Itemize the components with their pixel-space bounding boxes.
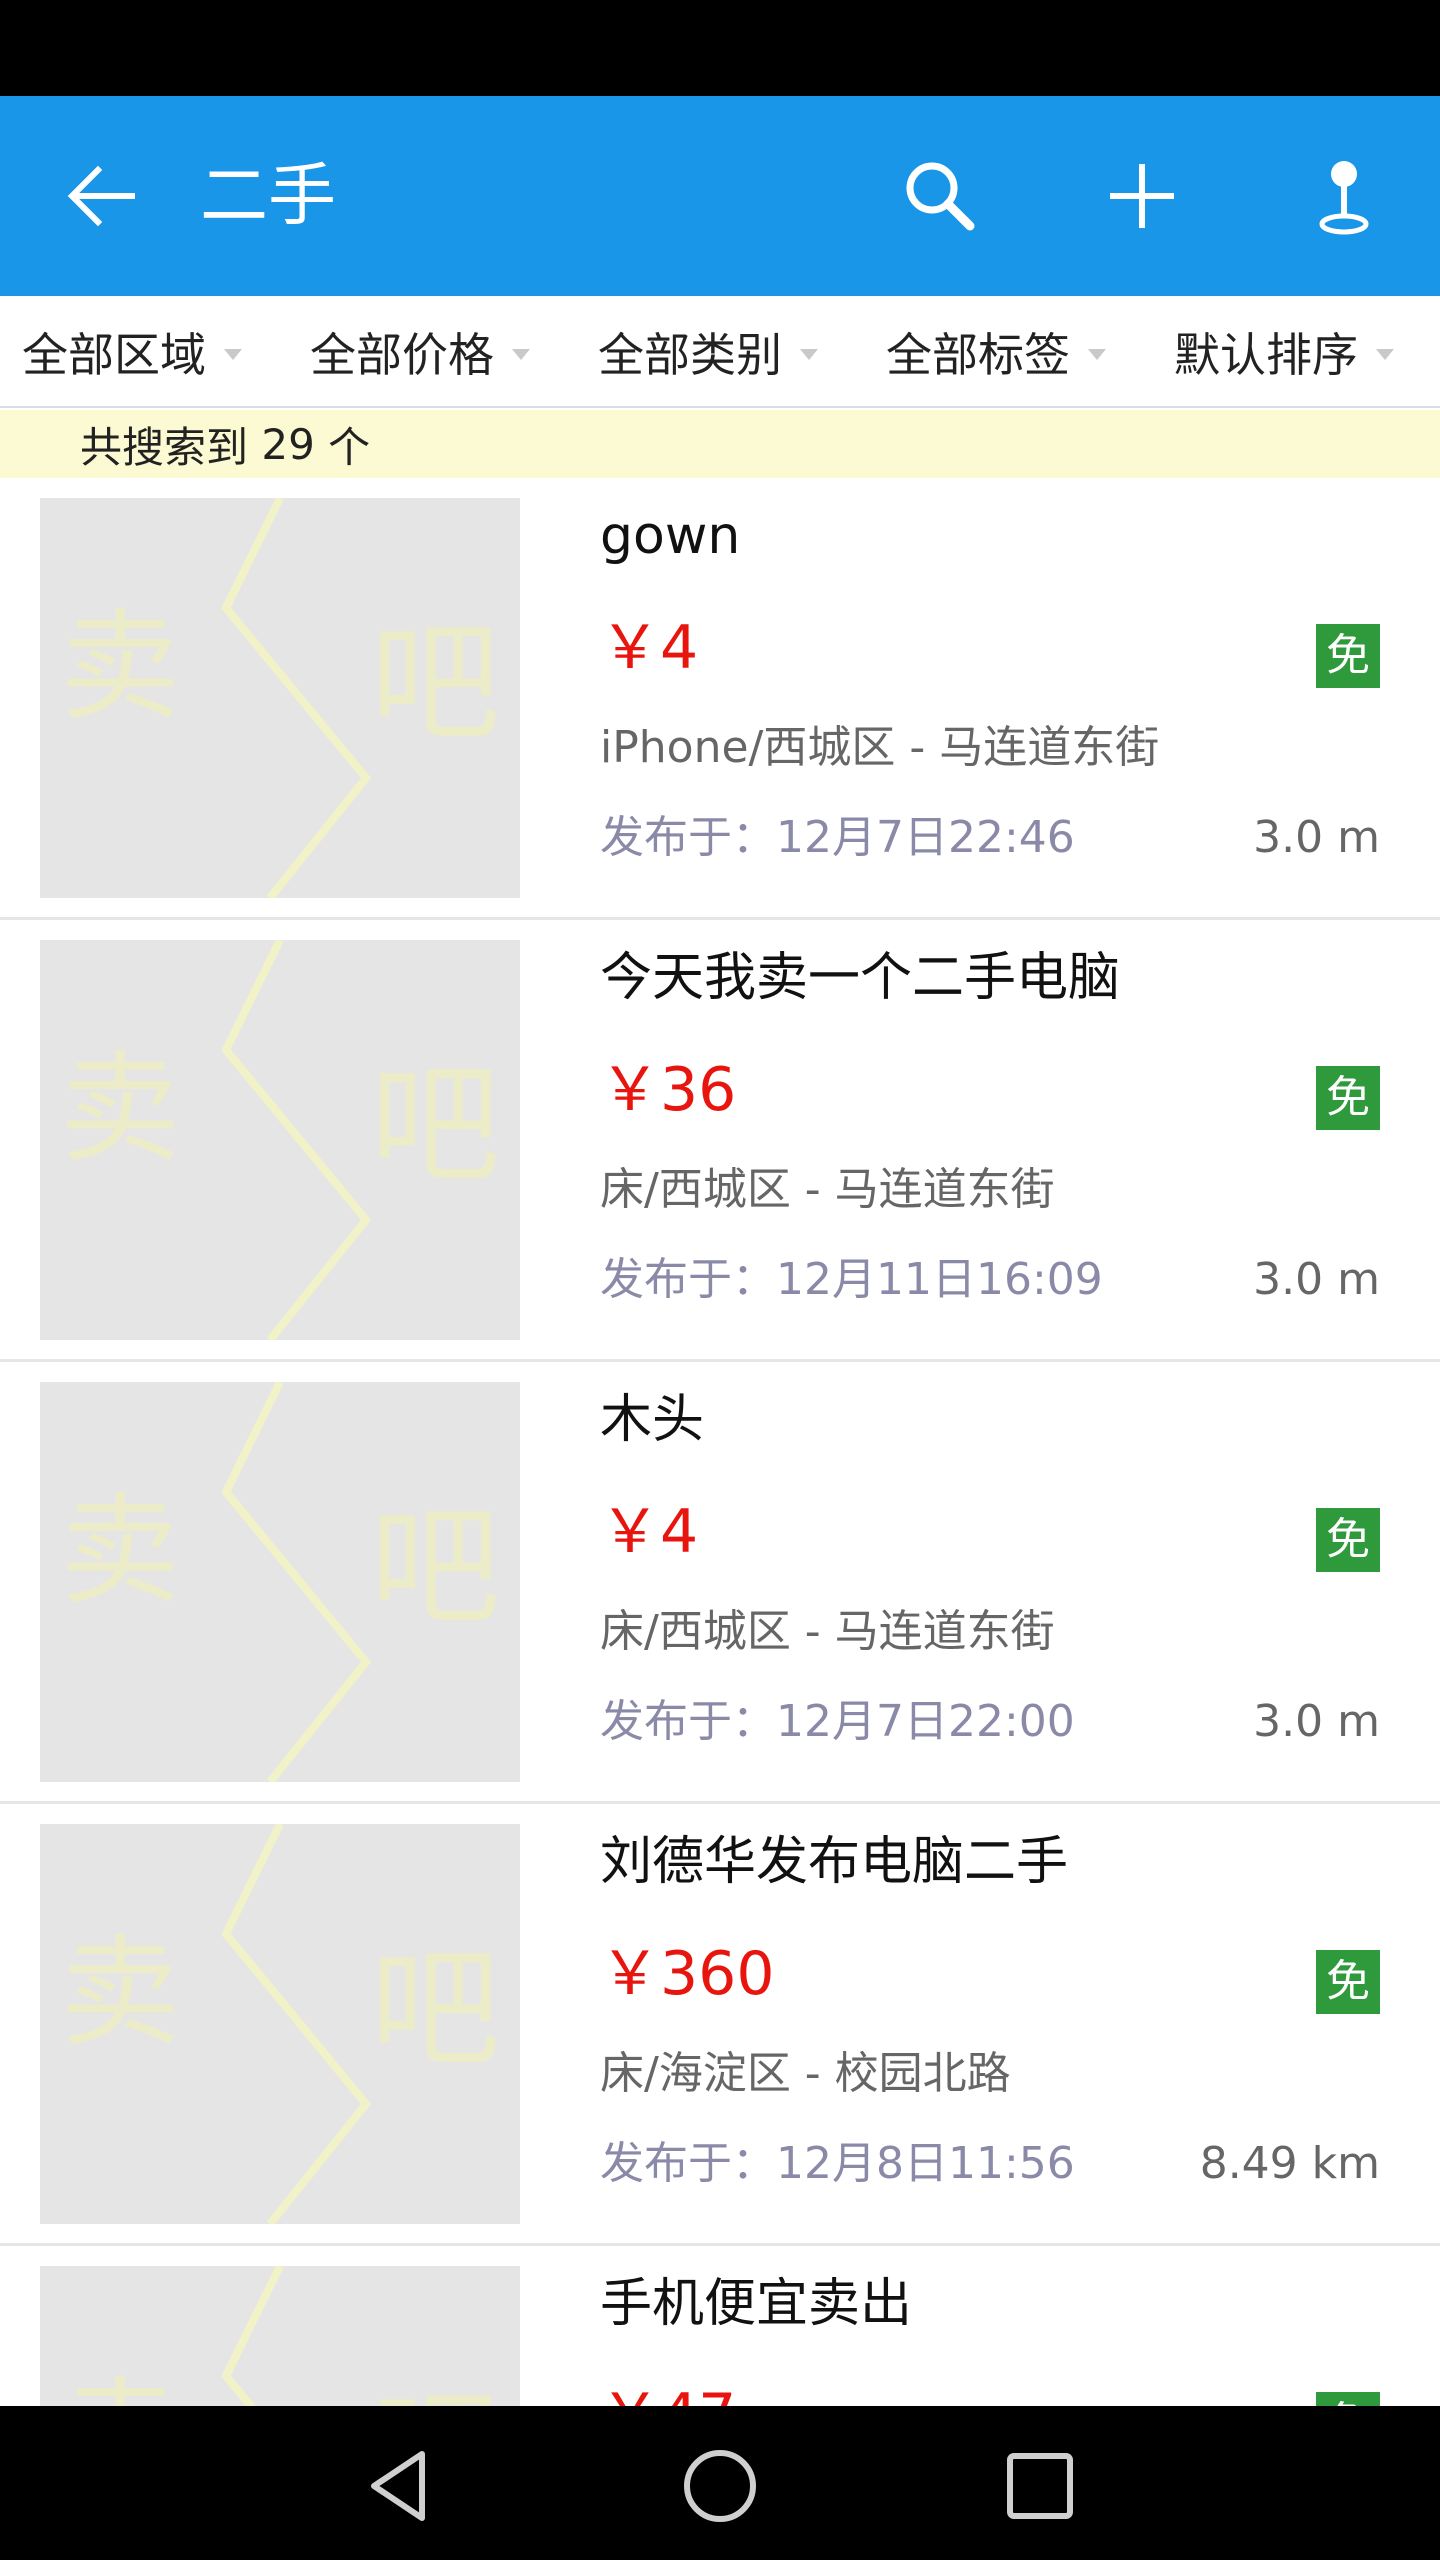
free-badge: 免 [1316, 1508, 1380, 1572]
watermark-logo-icon: 卖 吧 [60, 940, 500, 1340]
app-bar: 二手 [0, 96, 1440, 296]
listing-distance: 8.49 km [1199, 2138, 1380, 2189]
listing-price: ￥36 [600, 1055, 737, 1125]
svg-text:吧: 吧 [370, 1491, 500, 1643]
listing-location: iPhone/西城区 - 马连道东街 [600, 722, 1160, 773]
back-arrow-icon[interactable] [62, 156, 142, 236]
listing-item[interactable]: 卖 吧 刘德华发布电脑二手 ￥360 免 床/海淀区 - 校园北路 发布于：12… [0, 1804, 1440, 2246]
listing-distance: 3.0 m [1253, 1696, 1380, 1747]
add-icon[interactable] [1098, 152, 1186, 240]
result-count-bar: 共搜索到 29 个 [0, 410, 1440, 478]
listing-distance: 3.0 m [1253, 812, 1380, 863]
listing-title: gown [600, 506, 741, 566]
listing-title: 刘德华发布电脑二手 [600, 1832, 1069, 1892]
listing-item[interactable]: 卖 吧 木头 ￥4 免 床/西城区 - 马连道东街 发布于：12月7日22:00… [0, 1362, 1440, 1804]
location-pin-icon[interactable] [1300, 152, 1388, 240]
svg-text:吧: 吧 [370, 1049, 500, 1201]
listing-thumbnail: 卖 吧 [40, 1824, 520, 2224]
nav-recent-icon[interactable] [1000, 2446, 1080, 2526]
filter-bar: 全部区域 全部价格 全部类别 全部标签 默认排序 [0, 296, 1440, 408]
filter-tag-label: 全部标签 [886, 328, 1070, 382]
filter-region-label: 全部区域 [22, 328, 206, 382]
listing-location: 床/西城区 - 马连道东街 [600, 1164, 1055, 1215]
listing-list[interactable]: 卖 吧 gown ￥4 免 iPhone/西城区 - 马连道东街 发布于：12月… [0, 478, 1440, 2406]
listing-item[interactable]: 卖 吧 今天我卖一个二手电脑 ￥36 免 床/西城区 - 马连道东街 发布于：1… [0, 920, 1440, 1362]
listing-item[interactable]: 卖 吧 手机便宜卖出 ￥47 免 [0, 2246, 1440, 2406]
filter-sort-label: 默认排序 [1174, 328, 1358, 382]
system-nav-bar [0, 2406, 1440, 2560]
watermark-logo-icon: 卖 吧 [60, 1382, 500, 1782]
watermark-logo-icon: 卖 吧 [60, 1824, 500, 2224]
listing-price: ￥360 [600, 1939, 775, 2009]
listing-location: 床/海淀区 - 校园北路 [600, 2048, 1011, 2099]
listing-thumbnail: 卖 吧 [40, 2266, 520, 2406]
search-icon[interactable] [896, 152, 984, 240]
filter-category-label: 全部类别 [598, 328, 782, 382]
free-badge: 免 [1316, 2392, 1380, 2406]
listing-date: 发布于：12月11日16:09 [600, 1254, 1103, 1305]
dropdown-caret-icon [1376, 348, 1394, 360]
svg-text:卖: 卖 [60, 598, 180, 737]
svg-text:卖: 卖 [60, 2366, 180, 2406]
filter-category[interactable]: 全部类别 [598, 296, 818, 408]
result-prefix: 共搜索到 [80, 422, 262, 472]
watermark-logo-icon: 卖 吧 [60, 2266, 500, 2406]
result-suffix: 个 [314, 422, 371, 472]
svg-text:卖: 卖 [60, 1040, 180, 1179]
listing-date: 发布于：12月7日22:00 [600, 1696, 1075, 1747]
listing-item[interactable]: 卖 吧 gown ￥4 免 iPhone/西城区 - 马连道东街 发布于：12月… [0, 478, 1440, 920]
listing-thumbnail: 卖 吧 [40, 1382, 520, 1782]
svg-text:吧: 吧 [370, 607, 500, 759]
nav-home-icon[interactable] [680, 2446, 760, 2526]
nav-back-icon[interactable] [360, 2446, 440, 2526]
listing-price: ￥4 [600, 1497, 699, 1567]
listing-thumbnail: 卖 吧 [40, 940, 520, 1340]
svg-text:卖: 卖 [60, 1482, 180, 1621]
free-badge: 免 [1316, 624, 1380, 688]
filter-region[interactable]: 全部区域 [22, 296, 242, 408]
listing-distance: 3.0 m [1253, 1254, 1380, 1305]
filter-price[interactable]: 全部价格 [310, 296, 530, 408]
filter-tag[interactable]: 全部标签 [886, 296, 1106, 408]
svg-text:吧: 吧 [370, 2375, 500, 2406]
dropdown-caret-icon [512, 348, 530, 360]
dropdown-caret-icon [800, 348, 818, 360]
page-title: 二手 [200, 157, 337, 236]
listing-location: 床/西城区 - 马连道东街 [600, 1606, 1055, 1657]
listing-title: 今天我卖一个二手电脑 [600, 948, 1121, 1008]
listing-price: ￥47 [600, 2378, 736, 2406]
listing-thumbnail: 卖 吧 [40, 498, 520, 898]
free-badge: 免 [1316, 1066, 1380, 1130]
listing-title: 木头 [600, 1390, 705, 1450]
listing-title: 手机便宜卖出 [600, 2274, 913, 2334]
listing-date: 发布于：12月8日11:56 [600, 2138, 1075, 2189]
result-count: 29 [261, 419, 315, 469]
filter-sort[interactable]: 默认排序 [1174, 296, 1394, 408]
listing-date: 发布于：12月7日22:46 [600, 812, 1075, 863]
filter-price-label: 全部价格 [310, 328, 494, 382]
svg-text:卖: 卖 [60, 1924, 180, 2063]
dropdown-caret-icon [1088, 348, 1106, 360]
status-bar [0, 0, 1440, 96]
listing-price: ￥4 [600, 613, 699, 683]
dropdown-caret-icon [224, 348, 242, 360]
free-badge: 免 [1316, 1950, 1380, 2014]
watermark-logo-icon: 卖 吧 [60, 498, 500, 898]
svg-text:吧: 吧 [370, 1933, 500, 2085]
